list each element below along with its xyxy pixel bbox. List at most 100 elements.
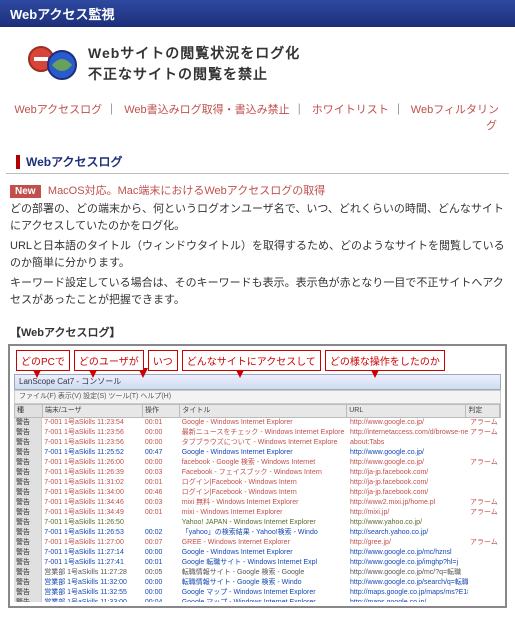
cell-user: 7-001 1号aSkills 11:34:49: [42, 508, 143, 518]
cell-url: http://www.google.co.jp/mc/?q=転職: [348, 568, 468, 578]
cell-url: http://ja-jp.facebook.com/: [348, 488, 468, 498]
subnav-link-whitelist[interactable]: ホワイトリスト: [312, 104, 389, 116]
paragraph-1: どの部署の、どの端末から、何というログオンユーザ名で、いつ、どれくらいの時間、ど…: [10, 201, 505, 234]
cell-title: 「yahoo」の検索結果 - Yahoo!検索 - Windo: [180, 528, 348, 538]
cell-user: 7-001 1号aSkills 11:27:14: [42, 548, 143, 558]
subnav-link-filter[interactable]: Webフィルタリング: [411, 104, 499, 132]
table-row: 警告7-001 1号aSkills 11:34:0000:46ログイン|Face…: [14, 488, 501, 498]
cell-user: 7-001 1号aSkills 11:25:52: [42, 448, 143, 458]
title-bar: Webアクセス監視: [0, 0, 515, 27]
cell-url: http://ja-jp.facebook.com/: [348, 468, 468, 478]
cell-result: [468, 488, 501, 498]
grid-header: 種 端末/ユーザ 操作 タイトル URL 判定: [14, 404, 501, 418]
col-op: 操作: [143, 405, 180, 417]
cell-user: 7-001 1号aSkills 11:27:00: [42, 538, 143, 548]
cell-type: 警告: [14, 528, 42, 538]
cell-result: [468, 558, 501, 568]
cell-user: 7-001 1号aSkills 11:23:56: [42, 438, 143, 448]
cell-type: 警告: [14, 578, 42, 588]
cell-type: 警告: [14, 558, 42, 568]
cell-user: 7-001 1号aSkills 11:26:39: [42, 468, 143, 478]
cell-op: 00:01: [143, 508, 180, 518]
cell-type: 警告: [14, 508, 42, 518]
cell-url: http://ja-jp.facebook.com/: [348, 478, 468, 488]
table-row: 警告7-001 1号aSkills 11:27:0000:07GREE - Wi…: [14, 538, 501, 548]
cell-title: ログイン|Facebook - Windows Intern: [180, 488, 348, 498]
col-type: 種: [15, 405, 43, 417]
cell-op: 00:02: [143, 528, 180, 538]
section-title: Webアクセスログ: [6, 151, 509, 174]
cell-url: http://internetaccess.com/d/browse-net: [348, 428, 468, 438]
cell-type: 警告: [14, 588, 42, 598]
cell-result: [468, 468, 501, 478]
subnav-link-write[interactable]: Web書込みログ取得・書込み禁止: [124, 104, 289, 116]
cell-user: 7-001 1号aSkills 11:31:02: [42, 478, 143, 488]
paragraph-2: URLと日本語のタイトル（ウィンドウタイトル）を取得するため、どのようなサイトを…: [10, 238, 505, 271]
hero: Webサイトの閲覧状況をログ化 不正なサイトの閲覧を禁止: [0, 27, 515, 95]
table-row: 警告営業部 1号aSkills 11:32:0000:00転職情報サイト - G…: [14, 578, 501, 588]
cell-op: 00:00: [143, 458, 180, 468]
cell-url: http://maps.google.co.jp/maps/ms?E1810A: [348, 588, 468, 598]
subnav-link-log[interactable]: Webアクセスログ: [14, 104, 102, 116]
cell-op: 00:00: [143, 578, 180, 588]
table-row: 警告7-001 1号aSkills 11:27:1400:00Google - …: [14, 548, 501, 558]
cell-user: 営業部 1号aSkills 11:32:00: [42, 578, 143, 588]
table-row: 警告営業部 1号aSkills 11:33:0000:04Google マップ …: [14, 598, 501, 602]
cell-type: 警告: [14, 538, 42, 548]
screenshot-heading: 【Webアクセスログ】: [10, 324, 515, 340]
cell-user: 7-001 1号aSkills 11:34:46: [42, 498, 143, 508]
cell-op: 00:05: [143, 568, 180, 578]
cell-title: 最新ニュースをチェック - Windows Internet Explore: [180, 428, 348, 438]
cell-title: GREE - Windows Internet Explorer: [180, 538, 348, 548]
table-row: 警告営業部 1号aSkills 11:32:5500:00Google マップ …: [14, 588, 501, 598]
cell-result: アラーム: [468, 538, 501, 548]
cell-op: 00:07: [143, 538, 180, 548]
table-row: 警告7-001 1号aSkills 11:25:5200:47Google - …: [14, 448, 501, 458]
table-row: 警告7-001 1号aSkills 11:26:5300:02「yahoo」の検…: [14, 528, 501, 538]
section-title-text: Webアクセスログ: [26, 153, 123, 170]
cell-title: mixi 無料 - Windows Internet Explorer: [180, 498, 348, 508]
table-row: 警告7-001 1号aSkills 11:31:0200:01ログイン|Face…: [14, 478, 501, 488]
cell-title: Google マップ - Windows Internet Explorer: [180, 588, 348, 598]
cell-op: 00:01: [143, 418, 180, 428]
cell-user: 7-001 1号aSkills 11:23:56: [42, 428, 143, 438]
cell-result: アラーム: [468, 458, 501, 468]
col-url: URL: [347, 405, 466, 417]
cell-type: 警告: [14, 478, 42, 488]
cell-type: 警告: [14, 548, 42, 558]
section-title-bar: [16, 155, 20, 169]
cell-result: [468, 518, 501, 528]
sub-nav: Webアクセスログ｜ Web書込みログ取得・書込み禁止｜ ホワイトリスト｜ We…: [0, 95, 515, 151]
cell-user: 7-001 1号aSkills 11:34:00: [42, 488, 143, 498]
cell-result: [468, 448, 501, 458]
cell-title: Google 転職サイト - Windows Internet Expl: [180, 558, 348, 568]
table-row: 警告7-001 1号aSkills 11:23:5400:01Google - …: [14, 418, 501, 428]
cell-title: ログイン|Facebook - Windows Intern: [180, 478, 348, 488]
cell-title: mixi - Windows Internet Explorer: [180, 508, 348, 518]
window-menubar: ファイル(F) 表示(V) 設定(S) ツール(T) ヘルプ(H): [14, 390, 501, 404]
cell-url: http://gree.jp/: [348, 538, 468, 548]
cell-op: 00:03: [143, 468, 180, 478]
cell-type: 警告: [14, 458, 42, 468]
callout-pc: どのPCで: [16, 350, 70, 371]
cell-title: facebook - Google 検索 - Windows Internet: [180, 458, 348, 468]
cell-result: [468, 478, 501, 488]
table-row: 警告7-001 1号aSkills 11:26:0000:00facebook …: [14, 458, 501, 468]
cell-user: 7-001 1号aSkills 11:26:50: [42, 518, 143, 528]
cell-user: 営業部 1号aSkills 11:32:55: [42, 588, 143, 598]
cell-user: 営業部 1号aSkills 11:27:28: [42, 568, 143, 578]
cell-result: アラーム: [468, 418, 501, 428]
cell-op: 00:03: [143, 498, 180, 508]
cell-op: 00:01: [143, 478, 180, 488]
cell-title: Google マップ - Windows Internet Explorer: [180, 598, 348, 602]
cell-user: 7-001 1号aSkills 11:26:00: [42, 458, 143, 468]
cell-type: 警告: [14, 418, 42, 428]
cell-result: アラーム: [468, 508, 501, 518]
cell-type: 警告: [14, 448, 42, 458]
paragraph-3: キーワード設定している場合は、そのキーワードも表示。表示色が赤となり一目で不正サ…: [10, 275, 505, 308]
callout-site: どんなサイトにアクセスして: [182, 350, 321, 371]
cell-op: 00:00: [143, 428, 180, 438]
cell-op: [143, 518, 180, 528]
cell-op: 00:00: [143, 438, 180, 448]
cell-url: http://mixi.jp/: [348, 508, 468, 518]
